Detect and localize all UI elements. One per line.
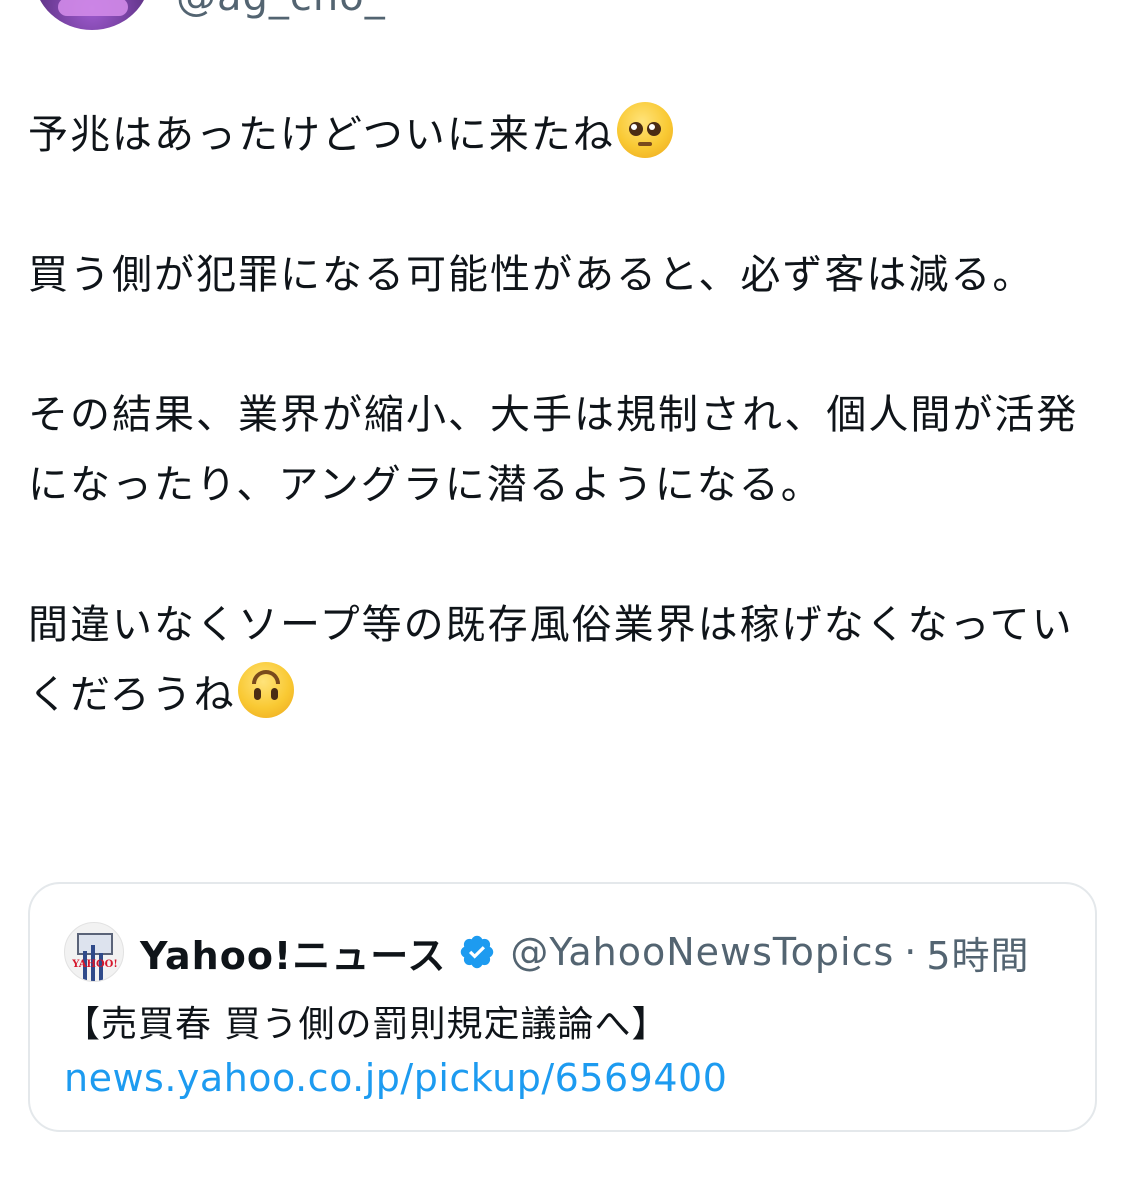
verified-badge-icon xyxy=(461,935,494,969)
paragraph-text: 間違いなくソープ等の既存風俗業界は稼げなくなっていくだろうね xyxy=(28,602,1074,718)
yahoo-news-logo-icon[interactable]: YAHOO! xyxy=(64,922,124,982)
quoted-tweet-card[interactable]: YAHOO! Yahoo!ニュース @YahooNewsTopics · 5時間… xyxy=(28,882,1097,1132)
paragraph-text: その結果、業界が縮小、大手は規制され、個人間が活発になったり、アングラに潜るよう… xyxy=(28,392,1079,508)
paragraph-text: 買う側が犯罪になる可能性があると、必ず客は減る。 xyxy=(28,252,1035,298)
quoted-author-handle[interactable]: @YahooNewsTopics xyxy=(510,930,894,974)
logo-text: YAHOO! xyxy=(72,959,118,970)
author-avatar[interactable] xyxy=(34,0,150,30)
tweet-paragraph: 間違いなくソープ等の既存風俗業界は稼げなくなっていくだろうね xyxy=(28,590,1088,730)
tweet-paragraph: その結果、業界が縮小、大手は規制され、個人間が活発になったり、アングラに潜るよう… xyxy=(28,380,1088,520)
tweet-paragraph: 買う側が犯罪になる可能性があると、必ず客は減る。 xyxy=(28,240,1088,310)
quoted-tweet-link[interactable]: news.yahoo.co.jp/pickup/6569400 xyxy=(64,1054,727,1102)
quoted-tweet-text: 【売買春 買う側の罰則規定議論へ】 xyxy=(64,1004,669,1045)
quoted-author-name[interactable]: Yahoo!ニュース xyxy=(140,925,446,980)
quoted-tweet-header: YAHOO! Yahoo!ニュース @YahooNewsTopics · 5時間 xyxy=(64,922,1030,982)
author-handle[interactable]: @ag_cho_ xyxy=(176,0,386,20)
upside-down-face-emoji-icon xyxy=(237,662,294,718)
meta-separator: · xyxy=(904,930,917,974)
quoted-timestamp[interactable]: 5時間 xyxy=(926,925,1029,980)
tweet-paragraph: 予兆はあったけどついに来たね xyxy=(28,100,1088,170)
pleading-face-emoji-icon xyxy=(616,102,673,158)
tweet-detail: @ag_cho_ 予兆はあったけどついに来たね 買う側が犯罪になる可能性があると… xyxy=(0,0,1125,1187)
tweet-text: 予兆はあったけどついに来たね 買う側が犯罪になる可能性があると、必ず客は減る。 … xyxy=(28,100,1088,800)
paragraph-text: 予兆はあったけどついに来たね xyxy=(28,112,615,158)
avatar-decoration xyxy=(58,0,128,16)
tweet-header: @ag_cho_ xyxy=(0,0,1125,40)
